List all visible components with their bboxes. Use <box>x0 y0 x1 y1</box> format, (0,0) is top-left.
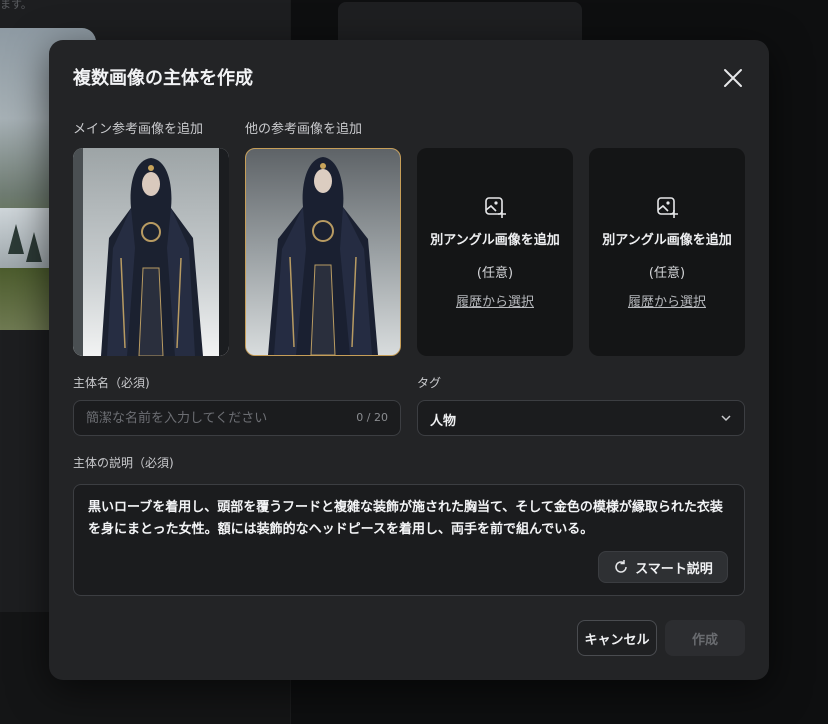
main-reference-label: メイン参考画像を追加 <box>73 122 204 137</box>
add-image-icon <box>485 196 506 218</box>
tag-label: タグ <box>417 376 442 390</box>
close-icon <box>724 69 742 87</box>
description-textarea[interactable]: 黒いローブを着用し、頭部を覆うフードと複雑な装飾が施された胸当て、そして金色の模… <box>73 484 745 596</box>
character-counter: 0 / 20 <box>356 411 388 424</box>
close-button[interactable] <box>719 64 747 92</box>
chevron-down-icon <box>721 415 731 422</box>
other-reference-label: 他の参考画像を追加 <box>245 122 363 137</box>
optional-label: (任意) <box>476 265 514 281</box>
create-subject-dialog: 複数画像の主体を作成 メイン参考画像を追加 他の参考画像を追加 別アングル画像を… <box>49 40 769 680</box>
description-text[interactable]: 黒いローブを着用し、頭部を覆うフードと複雑な装飾が施された胸当て、そして金色の模… <box>88 497 732 541</box>
woman-in-robe-image <box>246 149 400 355</box>
woman-in-robe-image <box>73 148 229 356</box>
subject-name-input[interactable] <box>86 401 356 435</box>
tag-select[interactable]: 人物 <box>417 400 745 436</box>
other-reference-image-selected[interactable] <box>245 148 401 356</box>
dialog-title: 複数画像の主体を作成 <box>73 68 253 89</box>
cancel-button[interactable]: キャンセル <box>577 620 657 656</box>
add-angle-title: 別アングル画像を追加 <box>602 232 732 248</box>
select-from-history-link[interactable]: 履歴から選択 <box>456 291 534 310</box>
add-image-icon <box>657 196 678 218</box>
smart-description-button[interactable]: スマート説明 <box>598 551 728 583</box>
create-button[interactable]: 作成 <box>665 620 745 656</box>
add-angle-card-1[interactable]: 別アングル画像を追加 (任意) 履歴から選択 <box>417 148 573 356</box>
main-reference-image[interactable] <box>73 148 229 356</box>
subject-name-field[interactable]: 0 / 20 <box>73 400 401 436</box>
subject-name-label: 主体名（必須) <box>73 376 150 390</box>
add-angle-card-2[interactable]: 別アングル画像を追加 (任意) 履歴から選択 <box>589 148 745 356</box>
add-angle-title: 別アングル画像を追加 <box>430 232 560 248</box>
select-from-history-link[interactable]: 履歴から選択 <box>628 291 706 310</box>
description-label: 主体の説明（必須) <box>73 456 174 470</box>
tag-selected-value: 人物 <box>430 414 457 429</box>
optional-label: (任意) <box>648 265 686 281</box>
refresh-icon <box>615 560 627 573</box>
smart-description-label: スマート説明 <box>635 561 713 577</box>
background-text: ます。 <box>0 0 32 11</box>
